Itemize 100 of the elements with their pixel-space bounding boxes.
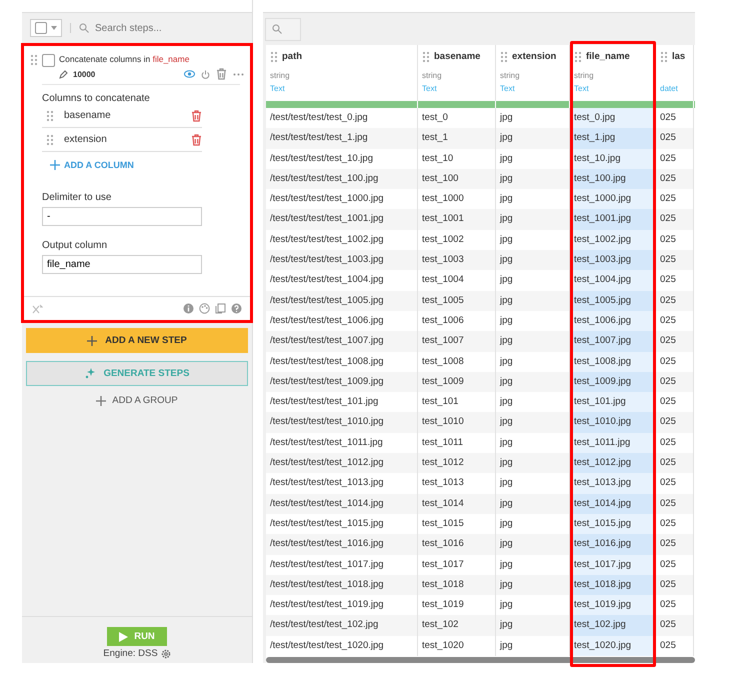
table-cell: /test/test/test/test_1012.jpg: [266, 453, 418, 474]
table-cell: test_1000.jpg: [570, 189, 656, 210]
table-cell: /test/test/test/test_1005.jpg: [266, 290, 418, 311]
more-icon[interactable]: [233, 72, 244, 76]
table-cell: test_1016: [418, 534, 496, 555]
table-cell: jpg: [496, 372, 570, 392]
settings-icon[interactable]: [160, 648, 171, 658]
table-cell: 025: [656, 534, 694, 555]
table-cell: test_102.jpg: [570, 615, 656, 636]
table-cell: 025: [656, 128, 694, 149]
table-cell: test_1018: [418, 574, 496, 596]
add-step-button[interactable]: ADD A NEW STEP: [26, 328, 248, 353]
table-cell: test_1014: [418, 494, 496, 514]
copy-icon[interactable]: [215, 303, 226, 314]
drag-handle-icon[interactable]: [660, 50, 668, 63]
field-label: Output column: [42, 240, 108, 251]
table-cell: test_1009: [418, 372, 496, 392]
table-cell: test_1010: [418, 412, 496, 433]
table-cell: test_1001.jpg: [570, 209, 656, 230]
table-cell: jpg: [496, 209, 570, 230]
table-cell: test_1003.jpg: [570, 250, 656, 270]
table-cell: 025: [656, 331, 694, 352]
table-cell: 025: [656, 494, 694, 514]
table-cell: test_1019.jpg: [570, 595, 656, 616]
table-cell: test_1010.jpg: [570, 412, 656, 433]
table-cell: 025: [656, 615, 694, 636]
eye-icon[interactable]: [184, 70, 195, 78]
engine-label: Engine: DSS: [103, 648, 158, 659]
drag-handle-icon[interactable]: [46, 134, 54, 146]
table-cell: jpg: [496, 128, 570, 149]
table-cell: 025: [656, 412, 694, 433]
table-cell: jpg: [496, 331, 570, 352]
table-cell: test_101.jpg: [570, 392, 656, 412]
table-cell: jpg: [496, 168, 570, 190]
sample-size: 10000: [73, 70, 96, 78]
table-cell: test_1016.jpg: [570, 534, 656, 555]
table-cell: 025: [656, 290, 694, 311]
table-cell: 025: [656, 574, 694, 596]
play-icon: [119, 632, 128, 642]
sparkle-icon: [84, 368, 96, 379]
plus-icon: [96, 396, 106, 406]
table-cell: jpg: [496, 534, 570, 555]
help-icon[interactable]: [231, 303, 242, 314]
drag-handle-icon[interactable]: [574, 50, 582, 63]
pencil-icon[interactable]: [59, 70, 68, 78]
drag-handle-icon[interactable]: [30, 54, 38, 66]
table-cell: test_1.jpg: [570, 128, 656, 149]
table-cell: 025: [656, 250, 694, 270]
table-cell: 025: [656, 636, 694, 656]
table-cell: test_1013.jpg: [570, 473, 656, 494]
search-icon: [79, 23, 89, 33]
delete-icon[interactable]: [216, 68, 227, 80]
table-cell: test_1007.jpg: [570, 331, 656, 352]
add-group-button[interactable]: ADD A GROUP: [22, 394, 252, 407]
table-cell: test_102: [418, 615, 496, 636]
info-icon[interactable]: [183, 303, 194, 314]
step-checkbox[interactable]: [42, 54, 55, 67]
plus-icon: [87, 336, 98, 346]
field-label: Columns to concatenate: [42, 93, 151, 104]
table-cell: /test/test/test/test_1001.jpg: [266, 209, 418, 230]
table-cell: /test/test/test/test_1016.jpg: [266, 534, 418, 555]
table-cell: /test/test/test/test_1.jpg: [266, 128, 418, 149]
table-cell: /test/test/test/test_1010.jpg: [266, 412, 418, 433]
table-search-field[interactable]: [265, 18, 301, 41]
table-cell: jpg: [496, 494, 570, 514]
table-cell: /test/test/test/test_1003.jpg: [266, 250, 418, 270]
table-cell: test_1012: [418, 453, 496, 474]
table-cell: test_1: [418, 128, 496, 149]
step-title: Concatenate columns in file_name: [59, 54, 190, 64]
table-cell: jpg: [496, 636, 570, 656]
drag-handle-icon[interactable]: [46, 110, 54, 122]
table-cell: test_1003: [418, 250, 496, 270]
horizontal-scrollbar[interactable]: [266, 657, 695, 663]
table-cell: /test/test/test/test_1014.jpg: [266, 494, 418, 514]
table-cell: 025: [656, 372, 694, 392]
palette-icon[interactable]: [199, 303, 210, 314]
delete-icon[interactable]: [191, 110, 202, 122]
delimiter-field[interactable]: -: [42, 207, 202, 226]
column-name: extension: [64, 134, 108, 145]
table-cell: /test/test/test/test_1018.jpg: [266, 574, 418, 596]
table-cell: test_1007: [418, 331, 496, 352]
table-cell: test_1012.jpg: [570, 453, 656, 474]
table-cell: 025: [656, 209, 694, 230]
power-icon[interactable]: [201, 70, 210, 78]
output-column-field[interactable]: file_name: [42, 255, 202, 274]
table-cell: test_1020: [418, 636, 496, 656]
delete-icon[interactable]: [191, 134, 202, 146]
table-cell: test_1001: [418, 209, 496, 230]
table-cell: jpg: [496, 574, 570, 596]
table-cell: jpg: [496, 453, 570, 474]
table-cell: 025: [656, 453, 694, 474]
table-cell: /test/test/test/test_100.jpg: [266, 168, 418, 190]
table-cell: jpg: [496, 412, 570, 433]
drag-handle-icon[interactable]: [422, 50, 430, 63]
search-field[interactable]: Search steps...: [93, 22, 207, 34]
drag-handle-icon[interactable]: [500, 50, 508, 63]
drag-handle-icon[interactable]: [270, 50, 278, 63]
table-cell: /test/test/test/test_102.jpg: [266, 615, 418, 636]
select-all-dropdown[interactable]: [30, 19, 62, 37]
column-name: basename: [64, 110, 112, 121]
